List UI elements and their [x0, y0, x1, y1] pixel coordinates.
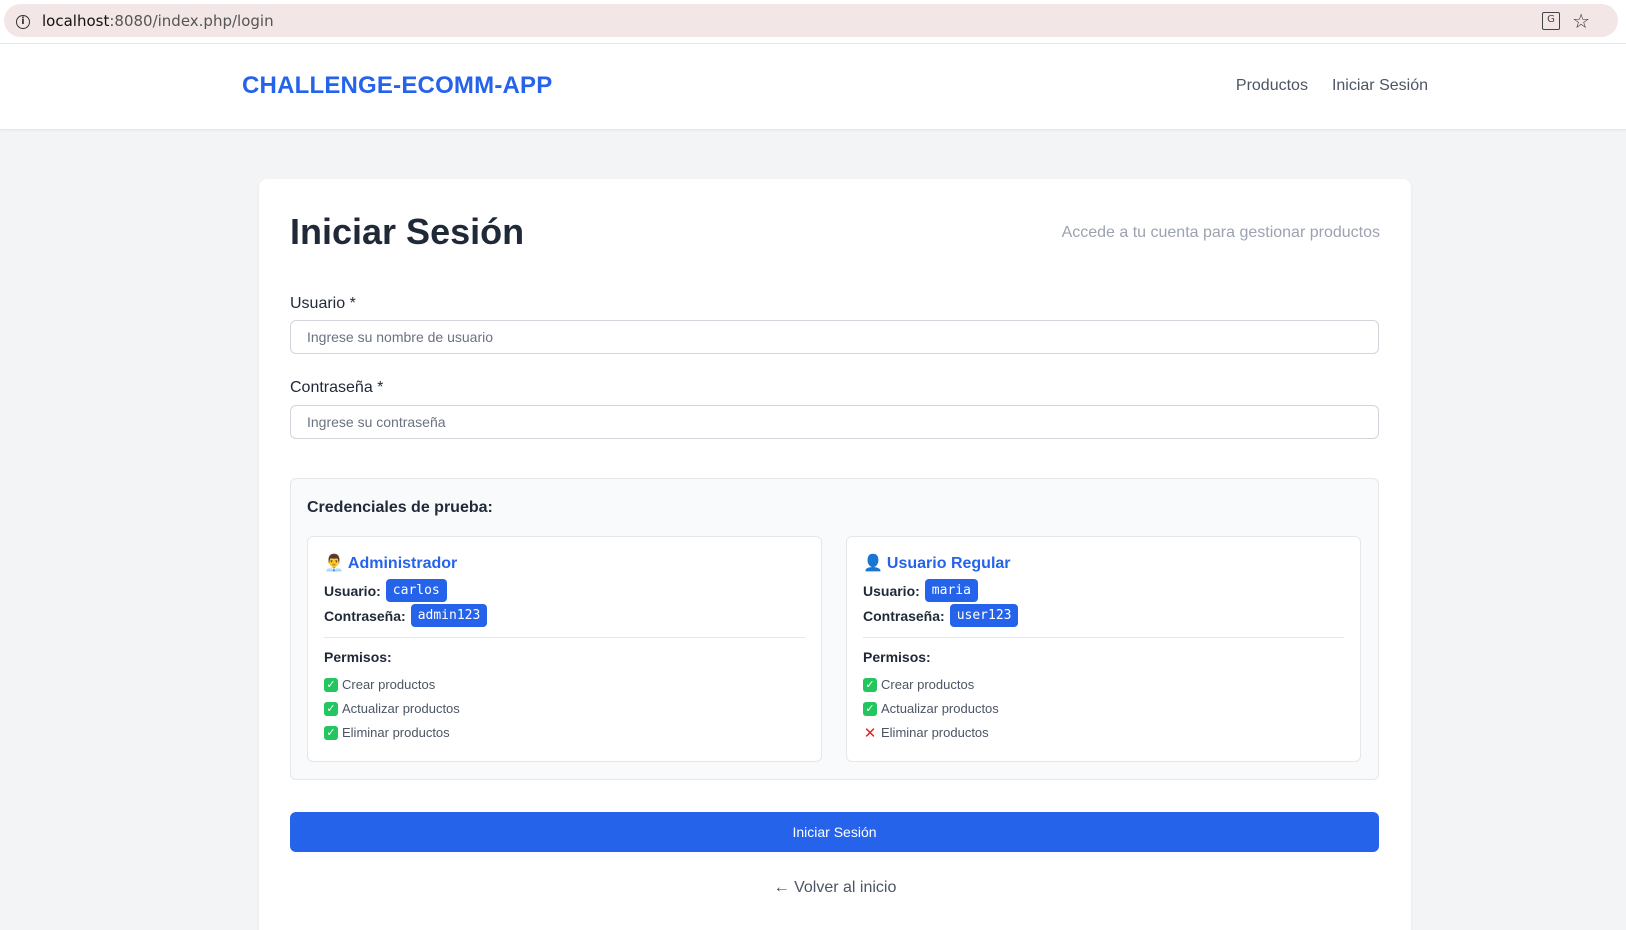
page-subtitle: Accede a tu cuenta para gestionar produc… [1061, 224, 1380, 241]
username-badge: maria [924, 579, 978, 602]
info-icon[interactable]: i [16, 15, 30, 29]
role-name: Usuario Regular [886, 555, 1011, 572]
permission-item: ✓ Eliminar productos [324, 721, 460, 745]
pass-label: Contraseña: [324, 607, 406, 624]
permission-label: Crear productos [881, 677, 975, 692]
nav-link-iniciar-sesion[interactable]: Iniciar Sesión [1332, 77, 1428, 95]
username-input[interactable] [290, 320, 1379, 354]
password-label: Contraseña * [290, 379, 384, 396]
translate-icon[interactable]: G [1542, 12, 1560, 30]
password-input[interactable] [290, 405, 1379, 439]
password-badge: admin123 [410, 604, 488, 627]
role-card-admin: 👨‍💼 Administrador Usuario: carlos Contras… [307, 536, 822, 762]
role-name: Administrador [347, 555, 458, 572]
admin-person-icon: 👨‍💼 [324, 553, 344, 572]
pass-label: Contraseña: [863, 607, 945, 624]
permissions-list: ✓ Crear productos ✓ Actualizar productos ✓… [324, 673, 460, 745]
permissions-list: ✓ Crear productos ✓ Actualizar productos ✕… [863, 673, 999, 745]
credential-user-row: Usuario: maria [863, 579, 978, 602]
permissions-title: Permisos: [863, 649, 931, 665]
permission-item: ✕ Eliminar productos [863, 721, 999, 745]
check-icon: ✓ [863, 702, 877, 716]
page-title: Iniciar Sesión [290, 211, 525, 252]
check-icon: ✓ [324, 678, 338, 692]
permission-item: ✓ Crear productos [324, 673, 460, 697]
cross-icon: ✕ [863, 724, 877, 742]
permission-label: Actualizar productos [881, 701, 999, 716]
permission-item: ✓ Actualizar productos [324, 697, 460, 721]
browser-toolbar: i localhost:8080/index.php/login G ☆ [0, 0, 1626, 44]
login-submit-button[interactable]: Iniciar Sesión [290, 812, 1379, 852]
credential-pass-row: Contraseña: user123 [863, 604, 1019, 627]
username-badge: carlos [385, 579, 447, 602]
navbar: CHALLENGE-ECOMM-APP Productos Iniciar Se… [0, 44, 1626, 130]
user-label: Usuario: [863, 582, 920, 599]
permission-label: Eliminar productos [342, 725, 450, 740]
permission-label: Eliminar productos [881, 725, 989, 740]
credential-user-row: Usuario: carlos [324, 579, 447, 602]
nav-link-productos[interactable]: Productos [1236, 77, 1308, 95]
star-icon[interactable]: ☆ [1572, 9, 1590, 33]
login-card: Iniciar Sesión Accede a tu cuenta para g… [259, 179, 1411, 930]
credential-pass-row: Contraseña: admin123 [324, 604, 488, 627]
user-silhouette-icon: 👤 [863, 553, 883, 572]
role-title-admin: 👨‍💼 Administrador [324, 553, 457, 573]
permission-label: Crear productos [342, 677, 436, 692]
permissions-title: Permisos: [324, 649, 392, 665]
role-card-regular-user: 👤 Usuario Regular Usuario: maria Contrase… [846, 536, 1361, 762]
divider [324, 637, 805, 638]
role-title-regular: 👤 Usuario Regular [863, 553, 1011, 573]
test-credentials-title: Credenciales de prueba: [307, 499, 493, 516]
divider [863, 637, 1344, 638]
url-text[interactable]: localhost:8080/index.php/login [42, 12, 274, 30]
brand-logo[interactable]: CHALLENGE-ECOMM-APP [242, 72, 552, 100]
permission-item: ✓ Actualizar productos [863, 697, 999, 721]
check-icon: ✓ [324, 702, 338, 716]
permission-item: ✓ Crear productos [863, 673, 999, 697]
permission-label: Actualizar productos [342, 701, 460, 716]
address-bar[interactable]: i localhost:8080/index.php/login G ☆ [4, 4, 1618, 37]
username-label: Usuario * [290, 295, 356, 312]
test-credentials-box: Credenciales de prueba: 👨‍💼 Administrador… [290, 478, 1379, 780]
check-icon: ✓ [324, 726, 338, 740]
check-icon: ✓ [863, 678, 877, 692]
back-to-home-link[interactable]: ← Volver al inicio [259, 879, 1411, 897]
password-badge: user123 [949, 604, 1019, 627]
nav-links: Productos Iniciar Sesión [1236, 77, 1428, 95]
user-label: Usuario: [324, 582, 381, 599]
